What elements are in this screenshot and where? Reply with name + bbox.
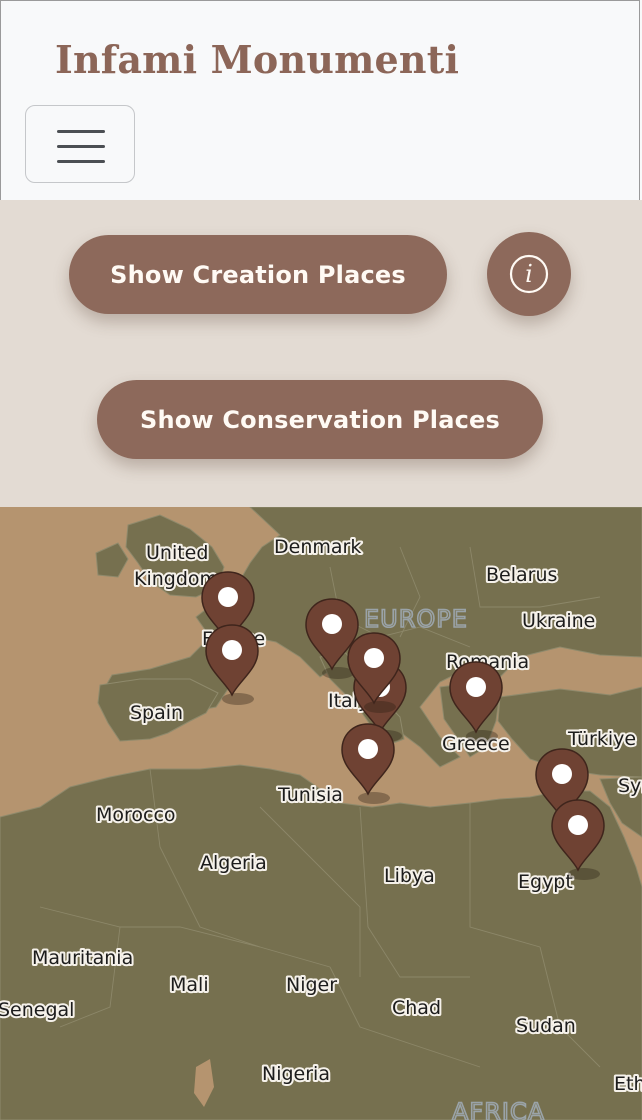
navbar: Infami Monumenti: [0, 0, 640, 200]
country-label-algeria: Algeria: [200, 852, 267, 874]
hamburger-menu-icon-line: [57, 160, 105, 163]
country-label-ethiopia: Ethiopia: [614, 1073, 642, 1095]
country-label-belarus: Belarus: [486, 564, 557, 586]
country-label-denmark: Denmark: [274, 536, 361, 558]
country-label-spain: Spain: [130, 702, 183, 724]
country-label-morocco: Morocco: [96, 804, 176, 826]
region-label-africa: AFRICA: [452, 1098, 545, 1120]
country-label-mali: Mali: [170, 974, 209, 996]
controls-panel: Show Creation Places i Show Conservation…: [0, 200, 642, 507]
show-creation-places-button[interactable]: Show Creation Places: [69, 235, 447, 314]
brand-title[interactable]: Infami Monumenti: [55, 37, 459, 82]
country-label-niger: Niger: [286, 974, 337, 996]
country-label-libya: Libya: [384, 865, 435, 887]
country-label-mauritania: Mauritania: [32, 947, 133, 969]
show-conservation-places-button[interactable]: Show Conservation Places: [97, 380, 543, 459]
country-label-sudan: Sudan: [516, 1015, 576, 1037]
country-label-ukraine: Ukraine: [522, 610, 595, 632]
map-canvas[interactable]: EUROPE AFRICA United Kingdom Denmark Bel…: [0, 507, 642, 1120]
country-label-nigeria: Nigeria: [262, 1063, 330, 1085]
info-icon: i: [509, 254, 549, 294]
country-label-turkiye: Türkiye: [567, 728, 636, 750]
info-button[interactable]: i: [487, 232, 571, 316]
hamburger-menu-icon: [57, 130, 105, 133]
country-label-senegal: Senegal: [0, 999, 74, 1021]
country-label-united: United: [146, 542, 208, 564]
country-label-egypt: Egypt: [518, 871, 573, 893]
map[interactable]: EUROPE AFRICA United Kingdom Denmark Bel…: [0, 507, 642, 1120]
country-label-syria: Syria: [618, 775, 642, 797]
country-label-chad: Chad: [392, 997, 441, 1019]
region-label-europe: EUROPE: [364, 605, 468, 633]
navbar-toggler-button[interactable]: [25, 105, 135, 183]
hamburger-menu-icon-line: [57, 145, 105, 148]
svg-text:i: i: [525, 260, 533, 288]
country-label-tunisia: Tunisia: [277, 784, 343, 806]
